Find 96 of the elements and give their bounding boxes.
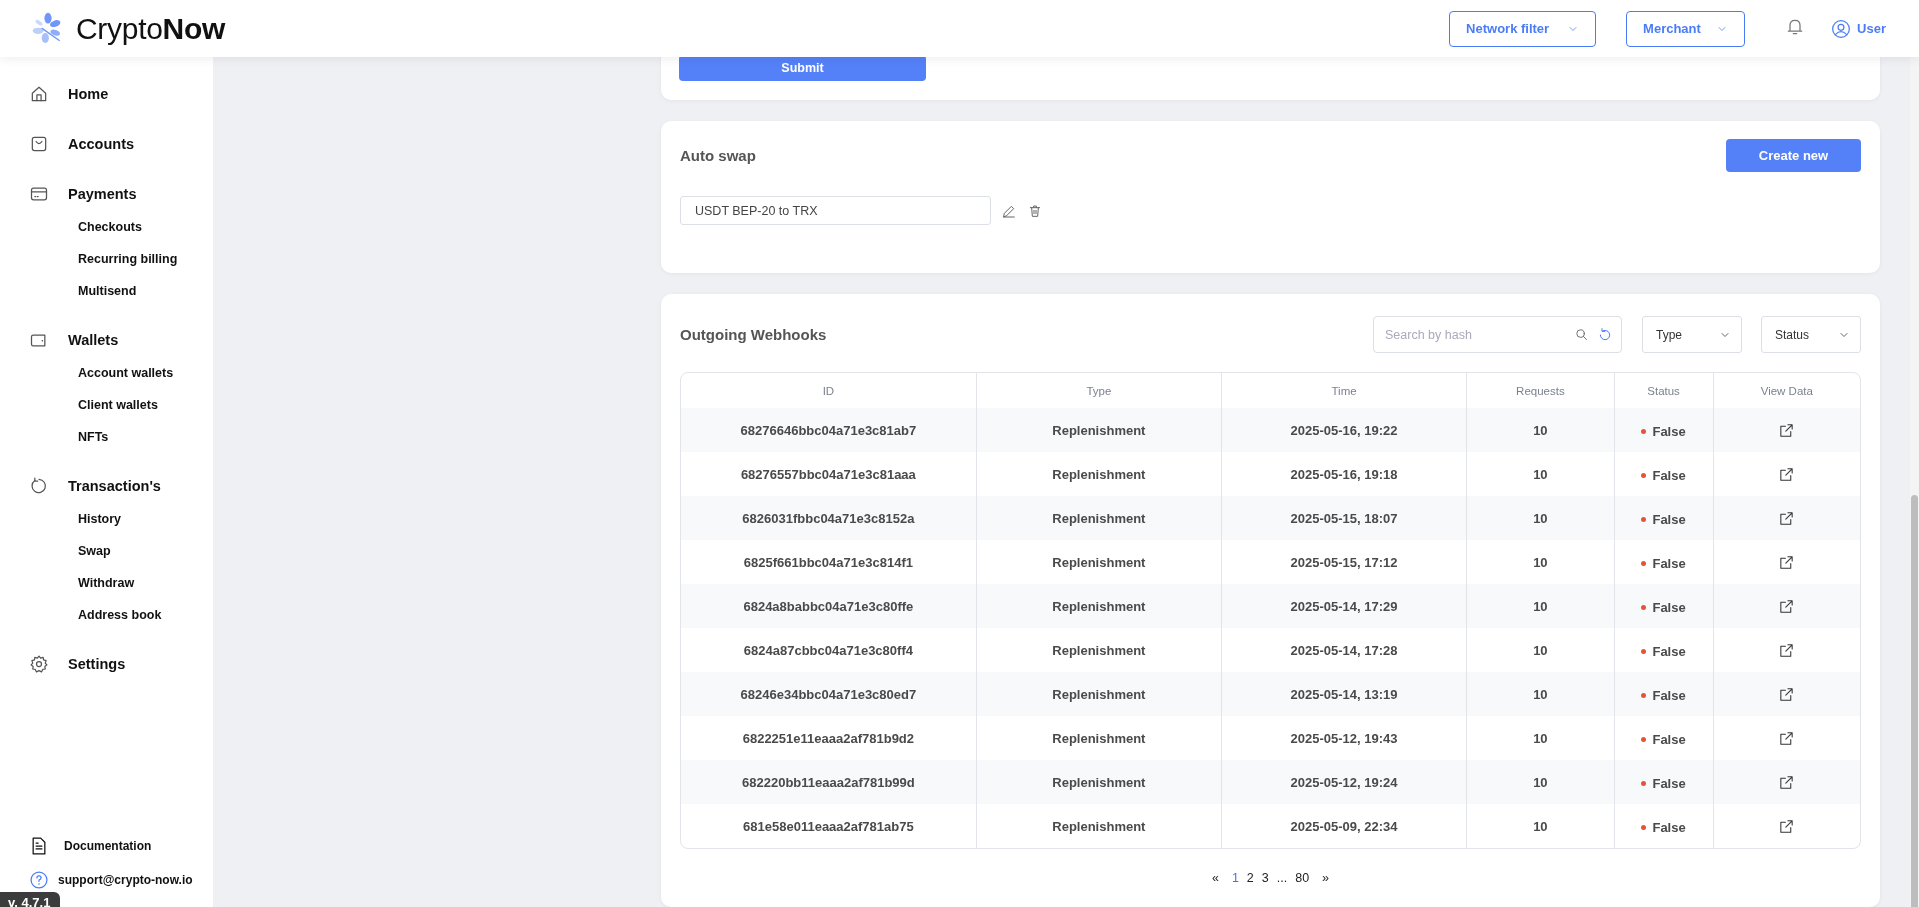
page-link[interactable]: 2 <box>1245 871 1255 885</box>
nav-subitem[interactable]: Withdraw <box>0 567 213 599</box>
status-label: False <box>1641 467 1686 483</box>
table-cell-text: 6824a8babbc04a71e3c80ffe <box>742 597 915 616</box>
filter-dropdown[interactable]: Type <box>1642 316 1742 353</box>
nav-subitem[interactable]: Account wallets <box>0 357 213 389</box>
submit-button[interactable]: Submit <box>679 55 926 81</box>
search-icon <box>1574 327 1589 342</box>
user-menu[interactable]: User <box>1831 18 1886 39</box>
table-cell: 2025-05-15, 18:07 <box>1220 496 1467 540</box>
refresh-icon <box>1597 326 1613 343</box>
nav-subitem[interactable]: Recurring billing <box>0 243 213 275</box>
logo-text: CryptoNow <box>76 11 225 46</box>
card-title: Outgoing Webhooks <box>680 326 827 343</box>
gear-icon <box>29 654 49 674</box>
table-cell: 10 <box>1466 584 1614 628</box>
swap-rule-field[interactable]: USDT BEP-20 to TRX <box>680 196 991 225</box>
column-header: ID <box>821 383 836 399</box>
external-link-icon[interactable] <box>1778 817 1796 835</box>
user-icon <box>1831 18 1852 39</box>
status-label: False <box>1641 643 1686 659</box>
nav-item[interactable]: Transaction's <box>0 469 213 503</box>
nav-subitem[interactable]: Checkouts <box>0 211 213 243</box>
status-label: False <box>1641 555 1686 571</box>
scrollbar-thumb[interactable] <box>1911 495 1918 907</box>
network-filter-dropdown[interactable]: Network filter <box>1449 10 1597 47</box>
external-link-icon[interactable] <box>1778 421 1796 439</box>
status-label: False <box>1641 511 1686 527</box>
table-cell-text: 682220bb11eaaa2af781b99d <box>741 773 916 792</box>
filter-dropdown[interactable]: Status <box>1761 316 1861 353</box>
external-link-icon[interactable] <box>1778 773 1796 791</box>
table-cell-text: 6824a87cbbc04a71e3c80ff4 <box>742 641 914 660</box>
table-cell-text: 68246e34bbc04a71e3c80ed7 <box>739 685 918 704</box>
status-label: False <box>1641 687 1686 703</box>
page-ellipsis[interactable]: ... <box>1275 871 1289 885</box>
table-cell: 2025-05-16, 19:22 <box>1220 408 1467 452</box>
nav-subitem[interactable]: Client wallets <box>0 389 213 421</box>
nav-item[interactable]: Wallets <box>0 323 213 357</box>
merchant-dropdown[interactable]: Merchant <box>1626 10 1746 47</box>
table-cell-text: 6822251e11eaaa2af781b9d2 <box>741 729 916 748</box>
table-cell: Replenishment <box>975 584 1221 628</box>
table-cell: Replenishment <box>975 760 1221 804</box>
nav-item[interactable]: Home <box>0 77 213 111</box>
help-icon <box>29 870 49 890</box>
table-cell: 2025-05-14, 13:19 <box>1220 672 1467 716</box>
external-link-icon[interactable] <box>1778 553 1796 571</box>
next-page-link[interactable]: » <box>1316 871 1336 885</box>
search-field[interactable]: Search by hash <box>1373 316 1622 353</box>
external-link-icon[interactable] <box>1778 509 1796 527</box>
table-cell-text: 68276646bbc04a71e3c81ab7 <box>739 421 918 440</box>
nav-item[interactable]: Payments <box>0 177 213 211</box>
trash-icon <box>1027 202 1043 219</box>
status-label: False <box>1641 775 1686 791</box>
table-cell: 2025-05-12, 19:24 <box>1220 760 1467 804</box>
status-label: False <box>1641 819 1686 835</box>
table-cell-text: 6825f661bbc04a71e3c814f1 <box>742 553 914 572</box>
external-link-icon[interactable] <box>1778 729 1796 747</box>
page-link[interactable]: 80 <box>1294 871 1311 885</box>
external-link-icon[interactable] <box>1778 685 1796 703</box>
table-cell: 2025-05-14, 17:29 <box>1220 584 1467 628</box>
nav-item[interactable]: Accounts <box>0 127 213 161</box>
table-cell: Replenishment <box>975 804 1221 848</box>
external-link-icon[interactable] <box>1778 465 1796 483</box>
table-cell: Replenishment <box>975 672 1221 716</box>
table-cell-text: 681e58e011eaaa2af781ab75 <box>742 817 915 836</box>
table-cell: 10 <box>1466 760 1614 804</box>
status-label: False <box>1641 423 1686 439</box>
nav-subitem[interactable]: NFTs <box>0 421 213 453</box>
home-icon <box>29 84 49 104</box>
table-cell: Replenishment <box>975 408 1221 452</box>
previous-page-link[interactable]: « <box>1205 871 1225 885</box>
table-cell: Replenishment <box>975 496 1221 540</box>
page-link[interactable]: 1 <box>1230 871 1240 885</box>
status-label: False <box>1641 599 1686 615</box>
card-title: Auto swap <box>680 147 756 164</box>
table-cell: 10 <box>1466 496 1614 540</box>
nav-subitem[interactable]: Multisend <box>0 275 213 307</box>
bag-icon <box>29 134 49 154</box>
create-new-button[interactable]: Create new <box>1726 139 1861 172</box>
nav-item[interactable]: Settings <box>0 647 213 681</box>
status-label: False <box>1641 731 1686 747</box>
table-cell: 10 <box>1466 672 1614 716</box>
table-cell: 10 <box>1466 408 1614 452</box>
table-cell-text: 6826031fbbc04a71e3c8152a <box>741 509 916 528</box>
nav-subitem[interactable]: History <box>0 503 213 535</box>
table-cell-text: 68276557bbc04a71e3c81aaa <box>739 465 917 484</box>
version-badge: v. 4.7.1 <box>0 892 61 907</box>
table-cell: 2025-05-09, 22:34 <box>1220 804 1467 848</box>
page-link[interactable]: 3 <box>1260 871 1270 885</box>
refresh-icon <box>29 476 49 496</box>
nav-subitem[interactable]: Address book <box>0 599 213 631</box>
nav-subitem[interactable]: Swap <box>0 535 213 567</box>
table-cell: 10 <box>1466 804 1614 848</box>
external-link-icon[interactable] <box>1778 597 1796 615</box>
documentation-link[interactable]: Documentation <box>0 829 213 863</box>
external-link-icon[interactable] <box>1778 641 1796 659</box>
